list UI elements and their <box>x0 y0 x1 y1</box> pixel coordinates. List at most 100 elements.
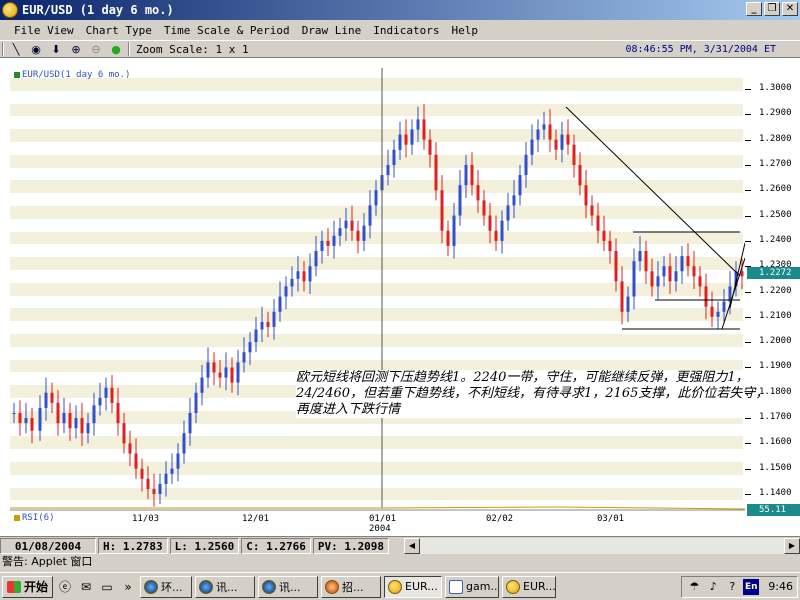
candle-body <box>200 377 204 393</box>
task-button-active[interactable]: EUR... <box>384 575 443 598</box>
candle-body <box>698 276 702 287</box>
candle-body <box>332 235 336 246</box>
candle-body <box>410 129 414 145</box>
candle-body <box>476 185 480 201</box>
candle-body <box>560 134 564 150</box>
candle-body <box>356 230 360 241</box>
scroll-left-button[interactable]: ◀ <box>404 538 420 554</box>
candle-body <box>536 129 540 140</box>
menu-time-scale[interactable]: Time Scale & Period <box>158 24 296 37</box>
candle-body <box>656 276 660 287</box>
rsi-line <box>10 506 745 510</box>
candle-body <box>212 362 216 373</box>
umbrella-icon[interactable]: ☂ <box>686 579 702 595</box>
candle-body <box>584 185 588 206</box>
candle-body <box>206 362 210 378</box>
candle-body <box>278 296 282 312</box>
task-button[interactable]: 讯... <box>195 575 256 598</box>
scroll-right-button[interactable]: ▶ <box>784 538 800 554</box>
down-arrow-icon[interactable]: ⬇ <box>46 41 66 57</box>
candle-body <box>74 418 78 429</box>
close-button[interactable]: ✕ <box>782 2 798 16</box>
task-button[interactable]: gam... <box>445 575 500 598</box>
price-tick <box>745 316 751 318</box>
price-label: 1.2400 <box>759 234 792 245</box>
price-tick <box>745 468 751 470</box>
trend-line[interactable] <box>565 106 741 277</box>
menu-file-view[interactable]: File View <box>8 24 80 37</box>
taskbar-clock: 9:46 <box>768 580 793 593</box>
candle-body <box>68 413 72 429</box>
candle-body <box>674 271 678 282</box>
price-tick <box>745 190 751 192</box>
menu-draw-line[interactable]: Draw Line <box>296 24 368 37</box>
menu-indicators[interactable]: Indicators <box>367 24 445 37</box>
candle-body <box>158 483 162 494</box>
candle-body <box>434 154 438 191</box>
task-button[interactable]: EUR... <box>502 575 557 598</box>
candle-body <box>638 251 642 262</box>
candle-body <box>728 286 732 302</box>
more-quicklaunch-icon[interactable]: » <box>119 578 137 596</box>
candle-body <box>692 266 696 277</box>
price-label: 1.1600 <box>759 437 792 448</box>
candle-body <box>326 240 330 246</box>
candle-body <box>134 453 138 469</box>
candle-body <box>188 413 192 434</box>
candlestick-chart[interactable] <box>0 58 745 536</box>
candle-body <box>428 139 432 155</box>
candle-body <box>722 301 726 312</box>
start-button[interactable]: 开始 <box>2 575 54 598</box>
chart-area[interactable]: EUR/USD(1 day 6 mo.) 欧元短线将回测下压趋势线1。2240一… <box>0 58 800 536</box>
green-dot-icon[interactable]: ● <box>106 41 126 57</box>
zoom-in-icon[interactable]: ⊕ <box>66 41 86 57</box>
candle-body <box>398 134 402 150</box>
candle-body <box>452 215 456 246</box>
ime-indicator[interactable]: En <box>743 578 760 595</box>
minimize-button[interactable]: _ <box>746 2 762 16</box>
analysis-annotation: 欧元短线将回测下压趋势线1。2240一带，守住，可能继续反弹，更强阻力1，24/… <box>296 370 771 418</box>
target-icon[interactable]: ◉ <box>26 41 46 57</box>
desktop-quicklaunch-icon[interactable]: ▭ <box>98 578 116 596</box>
draw-line-icon[interactable]: ╲ <box>6 41 26 57</box>
candle-body <box>128 443 132 454</box>
candle-body <box>590 205 594 216</box>
candle-body <box>650 271 654 287</box>
candle-body <box>548 124 552 140</box>
horizontal-scrollbar[interactable]: ◀ ▶ <box>404 538 800 554</box>
menu-help[interactable]: Help <box>446 24 485 37</box>
ie-quicklaunch-icon[interactable]: ⓔ <box>56 578 74 596</box>
outlook-quicklaunch-icon[interactable]: ✉ <box>77 578 95 596</box>
candle-body <box>716 311 720 317</box>
rsi-legend-label: RSI(6) <box>22 513 55 523</box>
maximize-button[interactable]: ❐ <box>764 2 780 16</box>
candle-body <box>578 164 582 186</box>
scroll-track[interactable] <box>420 538 784 554</box>
date-label: 01/01 <box>369 514 397 524</box>
candle-body <box>374 190 378 206</box>
task-button[interactable]: 招... <box>321 575 382 598</box>
candle-body <box>194 392 198 413</box>
zoom-out-icon[interactable]: ⊖ <box>86 41 106 57</box>
window-controls: _ ❐ ✕ <box>746 2 798 16</box>
candle-body <box>710 306 714 317</box>
menu-chart-type[interactable]: Chart Type <box>80 24 158 37</box>
datetime-display: 08:46:55 PM, 3/31/2004 ET <box>625 43 776 55</box>
task-button[interactable]: 讯... <box>258 575 319 598</box>
price-label: 1.1700 <box>759 412 792 423</box>
speaker-icon[interactable]: ♪ <box>705 579 721 595</box>
candle-body <box>680 256 684 272</box>
task-button[interactable]: 环... <box>140 575 193 598</box>
zoom-scale-label: Zoom Scale: 1 x 1 <box>136 42 249 56</box>
help-icon[interactable]: ? <box>724 579 740 595</box>
candle-body <box>266 321 270 327</box>
candle-body <box>686 256 690 267</box>
candle-body <box>24 418 28 424</box>
price-tick <box>745 291 751 293</box>
date-label: 11/03 <box>132 514 160 524</box>
candle-body <box>116 402 120 424</box>
taskbar: 开始 ⓔ ✉ ▭ » 环... 讯... 讯... 招... EUR... ga… <box>0 572 800 600</box>
eur-app-icon <box>506 579 521 594</box>
candle-body <box>62 413 66 424</box>
price-label: 1.2000 <box>759 336 792 347</box>
